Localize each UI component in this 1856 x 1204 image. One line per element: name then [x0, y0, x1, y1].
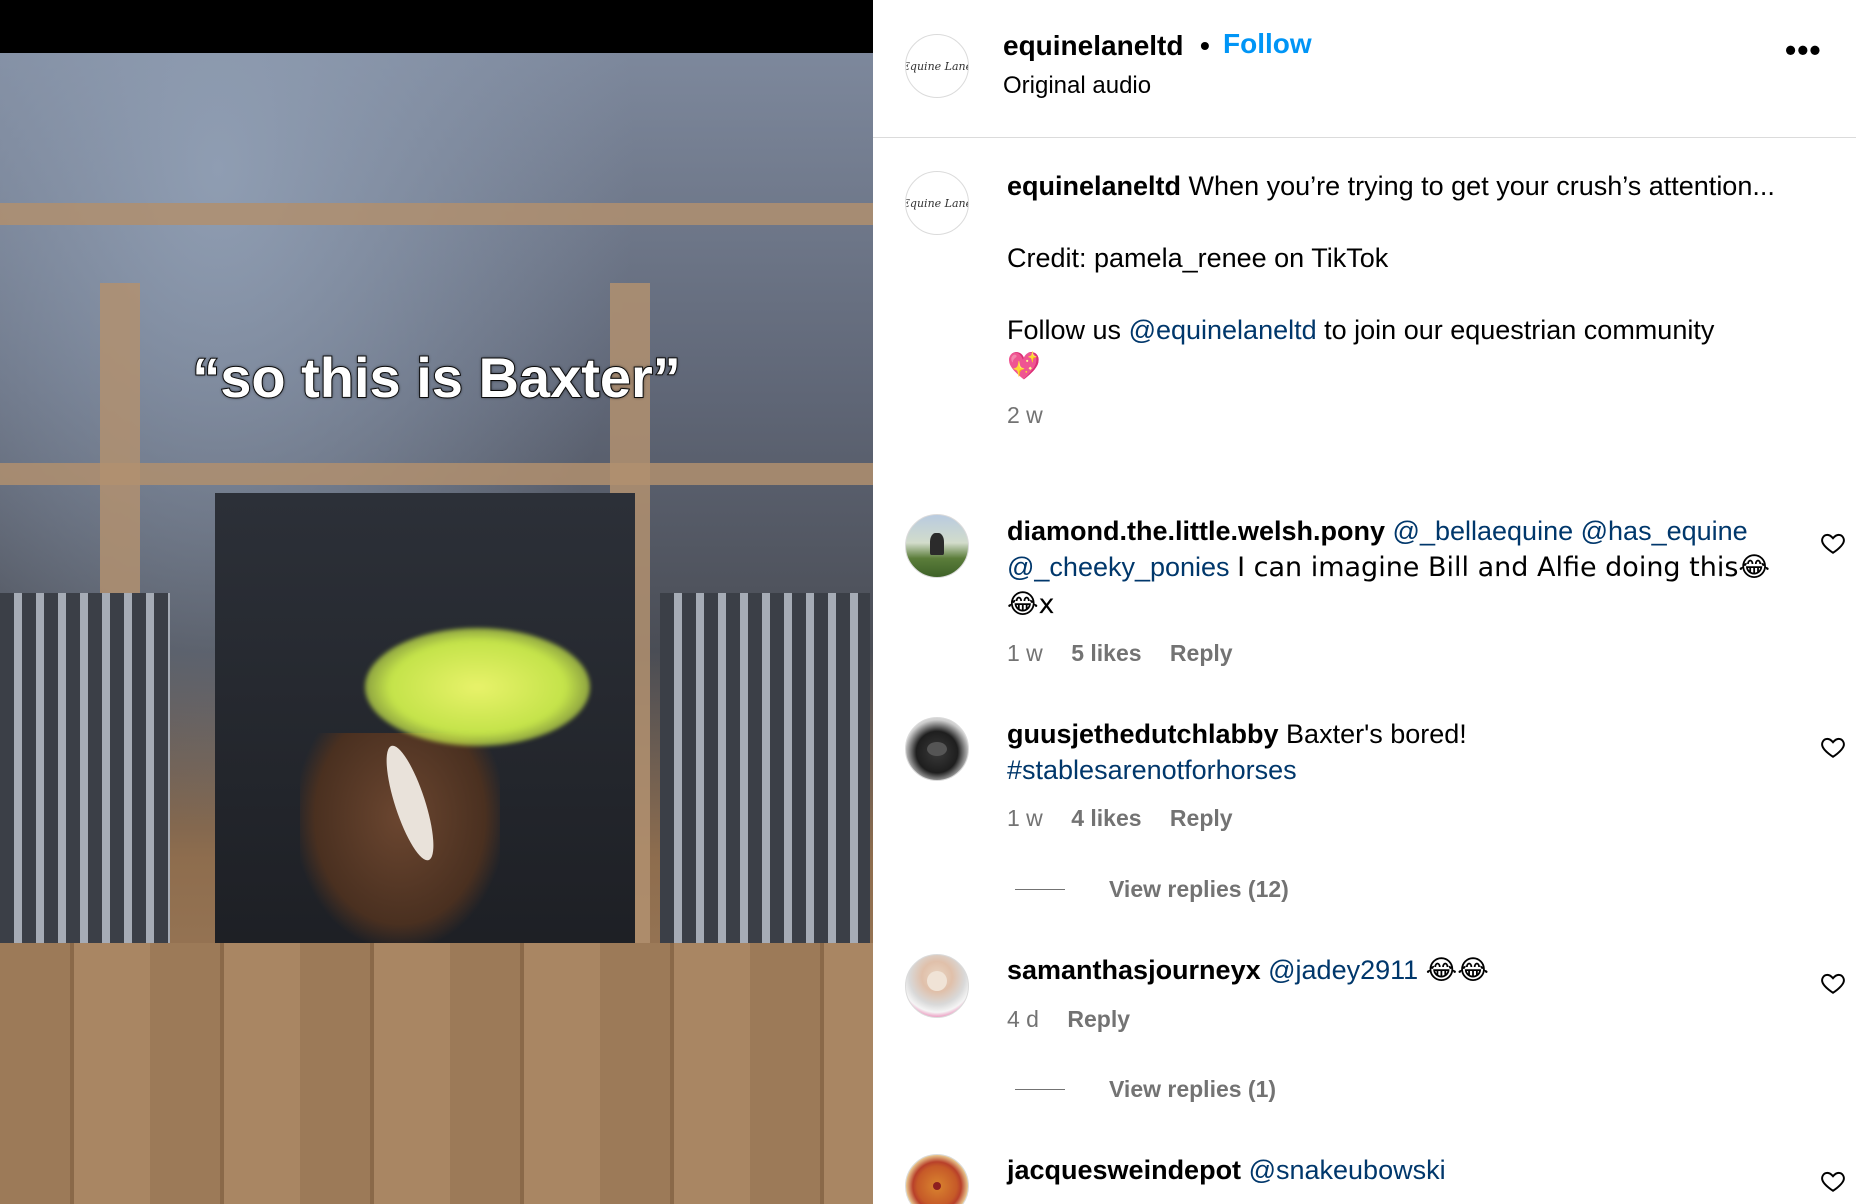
heart-icon[interactable] — [1820, 1168, 1846, 1194]
caption-heart-emoji: 💖 — [1007, 351, 1041, 382]
comment-mention-link[interactable]: @has_equine — [1581, 516, 1748, 546]
comment-reply-button[interactable]: Reply — [1170, 640, 1233, 666]
view-replies-button[interactable]: View replies (12) — [1015, 876, 1289, 903]
comment-text: Baxter's bored! — [1286, 719, 1467, 749]
reply-divider-line — [1015, 1089, 1065, 1090]
comment-item: samanthasjourneyx @jadey2911 😂😂 4 d Repl… — [1007, 952, 1787, 1037]
comment-text: 😂😂 — [1425, 955, 1489, 986]
view-replies-button[interactable]: View replies (1) — [1015, 1076, 1276, 1103]
caption-timestamp[interactable]: 2 w — [1007, 402, 1043, 428]
stall-bars-right — [660, 593, 870, 953]
comment-username[interactable]: diamond.the.little.welsh.pony — [1007, 516, 1385, 546]
more-options-icon[interactable]: ••• — [1785, 34, 1831, 70]
author-avatar[interactable]: Equine Lane — [905, 34, 969, 98]
stable-beam — [0, 203, 873, 225]
video-overlay-text: “so this is Baxter” — [191, 345, 682, 410]
caption-follow-prefix: Follow us — [1007, 315, 1122, 345]
comment-timestamp[interactable]: 1 w — [1007, 640, 1043, 666]
reply-divider-line — [1015, 889, 1065, 890]
comment-item: diamond.the.little.welsh.pony @_bellaequ… — [1007, 513, 1787, 671]
comment-mention-link[interactable]: @jadey2911 — [1268, 955, 1418, 985]
logo-text: Equine Lane — [905, 196, 969, 210]
avatar-photo — [927, 971, 947, 991]
caption-follow-suffix: to join our equestrian community — [1324, 315, 1715, 345]
heart-icon[interactable] — [1820, 734, 1846, 760]
reel-video[interactable]: “so this is Baxter” — [0, 0, 873, 1204]
caption-credit: Credit: pamela_renee on TikTok — [1007, 243, 1389, 273]
avatar-photo — [933, 1182, 941, 1190]
separator-dot: • — [1200, 30, 1210, 61]
post-header: Equine Lane equinelaneltd • Follow Origi… — [873, 0, 1856, 138]
logo-text: Equine Lane — [905, 59, 969, 73]
video-frame[interactable] — [0, 53, 873, 1204]
comment-mention-link[interactable]: @_cheeky_ponies — [1007, 552, 1230, 582]
comment-timestamp[interactable]: 1 w — [1007, 805, 1043, 831]
heart-icon[interactable] — [1820, 970, 1846, 996]
green-ball — [365, 628, 590, 746]
stable-door — [0, 943, 873, 1204]
avatar-photo — [930, 533, 944, 555]
post-caption: equinelaneltd When you’re trying to get … — [1007, 168, 1807, 433]
comment-username[interactable]: samanthasjourneyx — [1007, 955, 1261, 985]
follow-button[interactable]: Follow — [1223, 28, 1312, 60]
comment-mention-link[interactable]: @_bellaequine — [1393, 516, 1574, 546]
comment-item: jacquesweindepot @snakeubowski — [1007, 1152, 1787, 1188]
original-audio-link[interactable]: Original audio — [1003, 72, 1151, 100]
commenter-avatar[interactable] — [905, 717, 969, 781]
comment-username[interactable]: guusjethedutchlabby — [1007, 719, 1279, 749]
comment-timestamp[interactable]: 4 d — [1007, 1006, 1039, 1032]
commenter-avatar[interactable] — [905, 954, 969, 1018]
caption-author-avatar[interactable]: Equine Lane — [905, 171, 969, 235]
post-side-panel: Equine Lane equinelaneltd • Follow Origi… — [873, 0, 1856, 1204]
comment-likes-count[interactable]: 5 likes — [1071, 640, 1141, 666]
avatar-photo — [927, 742, 947, 756]
commenter-avatar[interactable] — [905, 1154, 969, 1204]
view-replies-label: View replies (1) — [1109, 1076, 1277, 1102]
stall-bars-left — [0, 593, 170, 953]
view-replies-label: View replies (12) — [1109, 876, 1289, 902]
commenter-avatar[interactable] — [905, 514, 969, 578]
caption-mention-link[interactable]: @equinelaneltd — [1129, 315, 1317, 345]
comment-reply-button[interactable]: Reply — [1170, 805, 1233, 831]
comment-reply-button[interactable]: Reply — [1067, 1006, 1130, 1032]
comment-hashtag-link[interactable]: #stablesarenotforhorses — [1007, 755, 1297, 785]
caption-text: When you’re trying to get your crush’s a… — [1188, 171, 1775, 201]
comment-mention-link[interactable]: @snakeubowski — [1249, 1155, 1446, 1185]
caption-username[interactable]: equinelaneltd — [1007, 171, 1181, 201]
comment-likes-count[interactable]: 4 likes — [1071, 805, 1141, 831]
comment-item: guusjethedutchlabby Baxter's bored! #sta… — [1007, 716, 1787, 836]
comment-username[interactable]: jacquesweindepot — [1007, 1155, 1241, 1185]
heart-icon[interactable] — [1820, 530, 1846, 556]
author-username[interactable]: equinelaneltd — [1003, 30, 1183, 62]
